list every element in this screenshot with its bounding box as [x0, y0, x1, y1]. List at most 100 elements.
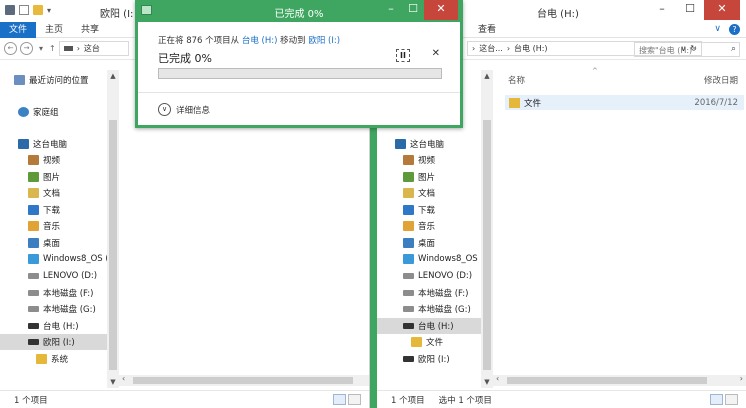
nav-item-pictures[interactable]: 图片	[403, 169, 435, 185]
nav-item-documents[interactable]: 文档	[403, 185, 435, 201]
drive-icon	[403, 306, 414, 312]
nav-item-desktop[interactable]: 桌面	[403, 235, 435, 251]
scroll-right-icon[interactable]: ›	[740, 374, 743, 383]
maximize-icon[interactable]: ☐	[402, 0, 424, 20]
nav-item-local-g[interactable]: 本地磁盘 (G:)	[403, 301, 471, 317]
download-folder-icon	[403, 205, 414, 215]
nav-item-videos[interactable]: 视频	[403, 152, 435, 168]
nav-item-local-g[interactable]: 本地磁盘 (G:)	[28, 301, 96, 317]
cancel-icon[interactable]: ✕	[432, 48, 440, 59]
file-row[interactable]: 文件 2016/7/12	[505, 95, 744, 110]
pause-button[interactable]: II	[396, 49, 410, 62]
left-navigation-pane: 最近访问的位置 家庭组 这台电脑 视频 图片 文档 下载 音乐 桌面 Windo…	[0, 70, 109, 390]
details-view-icon[interactable]	[710, 394, 723, 405]
nav-item-videos[interactable]: 视频	[28, 152, 60, 168]
nav-item-pictures[interactable]: 图片	[28, 169, 60, 185]
nav-item-system-folder[interactable]: 系统	[36, 351, 68, 367]
minimize-icon[interactable]: –	[380, 0, 402, 20]
details-view-icon[interactable]	[333, 394, 346, 405]
search-input[interactable]: 搜索"台电 (H:)" ⌕	[634, 42, 740, 57]
tab-share[interactable]: 共享	[72, 22, 108, 38]
right-content-hscrollbar[interactable]: ‹ ›	[493, 374, 746, 386]
tab-file[interactable]: 文件	[0, 21, 37, 38]
nav-item-windows-drive[interactable]: Windows8_OS (	[403, 251, 484, 267]
more-details-button[interactable]: ∨ 详细信息	[158, 103, 210, 116]
nav-item-label: 文档	[418, 189, 436, 199]
tab-view[interactable]: 查看	[469, 22, 505, 38]
breadcrumb-item[interactable]: 这台...	[479, 43, 503, 54]
tab-home[interactable]: 主页	[36, 22, 72, 38]
scroll-thumb[interactable]	[507, 377, 707, 384]
close-icon[interactable]: ✕	[424, 0, 458, 20]
nav-item-drive-h[interactable]: 台电 (H:)	[28, 318, 79, 334]
nav-item-desktop[interactable]: 桌面	[28, 235, 60, 251]
search-placeholder: 搜索"台电 (H:)"	[639, 46, 696, 55]
customize-toolbar-icon[interactable]: ▾	[47, 6, 51, 15]
large-icons-view-icon[interactable]	[725, 394, 738, 405]
left-content-hscrollbar[interactable]: ‹	[119, 374, 369, 386]
nav-item-this-pc[interactable]: 这台电脑	[18, 136, 67, 152]
nav-item-drive-i[interactable]: 欧阳 (I:)	[403, 351, 450, 367]
source-link[interactable]: 台电 (H:)	[242, 36, 278, 46]
new-folder-icon[interactable]	[33, 5, 43, 15]
nav-item-local-f[interactable]: 本地磁盘 (F:)	[28, 285, 93, 301]
recent-locations-icon[interactable]: ▾	[39, 44, 43, 53]
file-name: 文件	[524, 98, 542, 109]
folder-icon	[509, 97, 520, 108]
maximize-icon[interactable]: ☐	[676, 0, 704, 20]
breadcrumb-item[interactable]: 这台	[84, 43, 100, 54]
nav-item-downloads[interactable]: 下载	[28, 202, 60, 218]
scroll-left-icon[interactable]: ‹	[496, 374, 499, 383]
column-name[interactable]: 名称	[508, 74, 525, 86]
nav-item-music[interactable]: 音乐	[403, 218, 435, 234]
document-folder-icon	[28, 188, 39, 198]
close-icon[interactable]: ✕	[704, 0, 740, 20]
nav-item-label: 下载	[418, 206, 436, 216]
large-icons-view-icon[interactable]	[348, 394, 361, 405]
new-file-icon[interactable]	[19, 5, 29, 15]
up-icon[interactable]: ↑	[49, 44, 56, 53]
nav-item-documents[interactable]: 文档	[28, 185, 60, 201]
nav-item-lenovo-drive[interactable]: LENOVO (D:)	[28, 268, 97, 284]
destination-link[interactable]: 欧阳 (I:)	[308, 36, 340, 46]
nav-item-windows-drive[interactable]: Windows8_OS (	[28, 251, 109, 267]
nav-item-downloads[interactable]: 下载	[403, 202, 435, 218]
nav-item-music[interactable]: 音乐	[28, 218, 60, 234]
left-status-bar: 1 个项目	[0, 390, 369, 408]
right-view-buttons	[710, 394, 738, 405]
properties-icon[interactable]	[5, 5, 15, 15]
forward-icon[interactable]: →	[20, 42, 33, 55]
scroll-up-icon[interactable]: ▲	[481, 72, 493, 80]
dialog-window-controls: – ☐ ✕	[380, 0, 458, 20]
scroll-down-icon[interactable]: ▼	[481, 378, 493, 386]
breadcrumb-item[interactable]: 台电 (H:)	[514, 43, 548, 54]
nav-item-this-pc[interactable]: 这台电脑	[395, 136, 444, 152]
nav-item-local-f[interactable]: 本地磁盘 (F:)	[403, 285, 468, 301]
desktop-folder-icon	[403, 238, 414, 248]
column-modified[interactable]: 修改日期	[704, 74, 738, 86]
file-list-header: 名称 ^ 修改日期	[502, 67, 746, 88]
nav-item-drive-h[interactable]: 台电 (H:)	[377, 318, 481, 334]
scroll-up-icon[interactable]: ▲	[107, 72, 119, 80]
help-icon[interactable]: ?	[729, 24, 740, 35]
back-icon[interactable]: ←	[4, 42, 17, 55]
item-count: 1 个项目	[14, 395, 48, 406]
right-nav-scrollbar[interactable]: ▲ ▼	[481, 70, 493, 388]
scroll-thumb[interactable]	[483, 120, 491, 370]
left-window-title: 欧阳 (I:	[100, 9, 134, 20]
nav-item-recent[interactable]: 最近访问的位置	[14, 72, 89, 88]
quick-access-toolbar: ▾	[5, 5, 51, 15]
nav-item-drive-i[interactable]: 欧阳 (I:)	[0, 334, 108, 350]
minimize-icon[interactable]: –	[648, 0, 676, 20]
scroll-thumb[interactable]	[109, 120, 117, 370]
scroll-thumb[interactable]	[133, 377, 353, 384]
nav-item-lenovo-drive[interactable]: LENOVO (D:)	[403, 268, 472, 284]
nav-item-file-folder[interactable]: 文件	[411, 334, 443, 350]
expand-ribbon-icon[interactable]: ∨	[714, 24, 721, 35]
left-address-input[interactable]: › 这台	[58, 41, 129, 56]
nav-item-label: 视频	[43, 156, 61, 166]
scroll-down-icon[interactable]: ▼	[107, 378, 119, 386]
scroll-left-icon[interactable]: ‹	[122, 374, 125, 383]
left-nav-scrollbar[interactable]: ▲ ▼	[107, 70, 119, 388]
nav-item-homegroup[interactable]: 家庭组	[18, 104, 59, 120]
